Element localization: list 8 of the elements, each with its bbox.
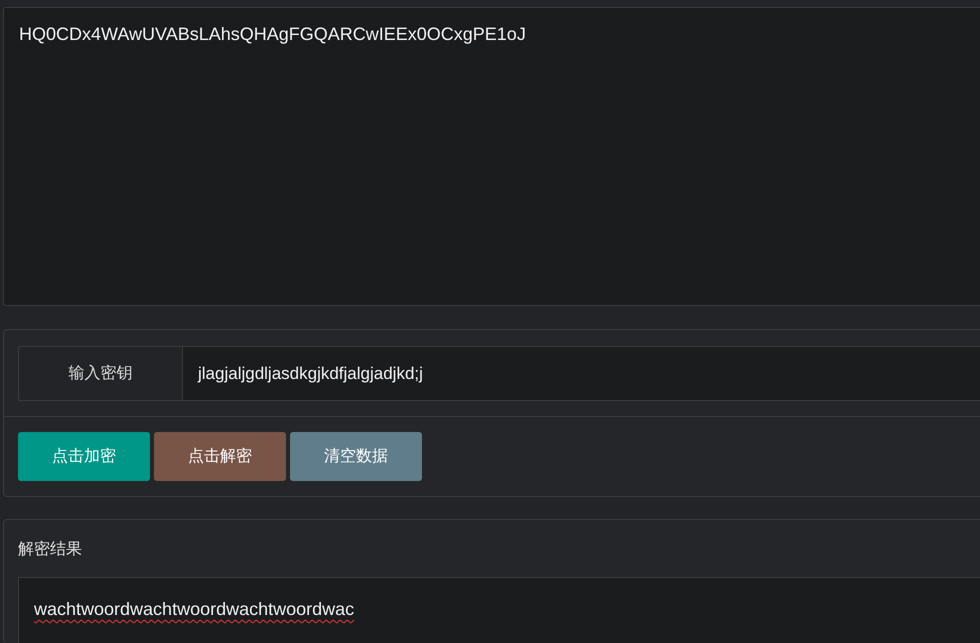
encrypt-button[interactable]: 点击加密 bbox=[18, 432, 150, 481]
result-title: 解密结果 bbox=[17, 540, 83, 560]
key-label: 输入密钥 bbox=[18, 346, 182, 401]
key-input[interactable]: jlagjaljgdljasdkgjkdfjalgjadjkd;j bbox=[182, 346, 980, 401]
ciphertext-field[interactable]: HQ0CDx4WAwUVABsLAhsQHAgFGQARCwIEEx0OCxgPE1oJ bbox=[3, 7, 980, 306]
result-field[interactable]: wachtwoordwachtwoordwachtwoordwac bbox=[18, 577, 980, 643]
clear-button[interactable]: 清空数据 bbox=[290, 432, 422, 481]
decrypt-button[interactable]: 点击解密 bbox=[154, 432, 286, 481]
